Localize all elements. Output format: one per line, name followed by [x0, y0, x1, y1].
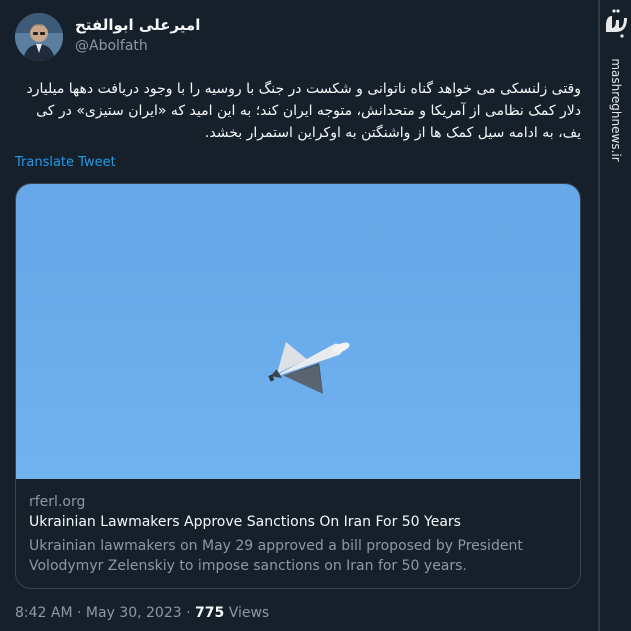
- avatar[interactable]: [15, 13, 63, 61]
- watermark-url: mashreghnews.ir: [609, 58, 623, 162]
- meta-separator: ·: [186, 605, 191, 621]
- card-title[interactable]: Ukrainian Lawmakers Approve Sanctions On…: [29, 514, 461, 530]
- card-domain: rferl.org: [29, 494, 86, 510]
- views-count: 775: [195, 605, 225, 621]
- drone-image: [16, 184, 580, 479]
- meta-separator: ·: [77, 605, 82, 621]
- card-description: Ukrainian lawmakers on May 29 approved a…: [29, 538, 523, 574]
- tweet-date[interactable]: May 30, 2023: [86, 605, 182, 621]
- views-label: Views: [228, 605, 270, 621]
- author-handle[interactable]: @Abolfath: [75, 38, 148, 54]
- tweet: امیرعلی ابوالفتح @Abolfath وقتی زلنسکی م…: [0, 0, 598, 631]
- link-card[interactable]: rferl.org Ukrainian Lawmakers Approve Sa…: [15, 183, 581, 589]
- author-name[interactable]: امیرعلی ابوالفتح: [75, 16, 200, 34]
- tweet-time[interactable]: 8:42 AM: [15, 605, 73, 621]
- translate-tweet-link[interactable]: Translate Tweet: [15, 155, 116, 170]
- tweet-meta: 8:42 AM · May 30, 2023 · 775 Views: [15, 605, 269, 621]
- mashregh-logo-icon: [602, 6, 630, 40]
- watermark: mashreghnews.ir: [600, 0, 631, 631]
- tweet-text: وقتی زلنسکی می خواهد گناه ناتوانی و شکست…: [26, 81, 581, 141]
